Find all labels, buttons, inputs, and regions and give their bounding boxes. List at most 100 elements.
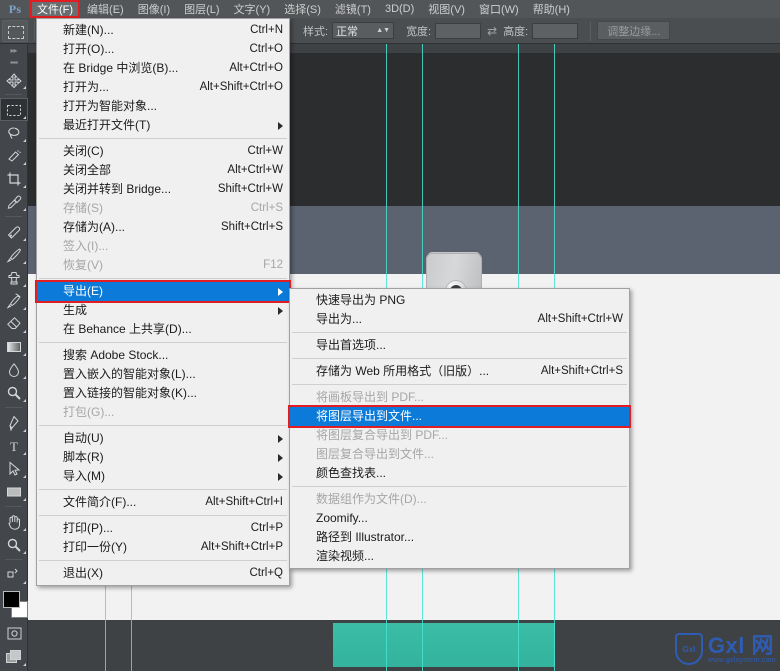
gradient-tool-icon[interactable]	[0, 335, 28, 358]
eyedropper-tool-icon[interactable]	[0, 190, 28, 213]
menu-item[interactable]: 导入(M)	[37, 467, 289, 486]
tool-group-corner-icon	[23, 353, 26, 356]
menubar-item-5[interactable]: 选择(S)	[277, 0, 328, 18]
move-tool-icon[interactable]	[0, 68, 28, 91]
width-input[interactable]	[435, 22, 482, 39]
lasso-tool-icon[interactable]	[0, 121, 28, 144]
menu-item-label: 颜色查找表...	[316, 466, 387, 480]
tool-group-corner-icon	[23, 551, 26, 554]
dodge-tool-icon[interactable]	[0, 381, 28, 404]
tool-group-corner-icon	[23, 139, 26, 142]
menubar-item-2[interactable]: 图像(I)	[131, 0, 177, 18]
menu-item[interactable]: 快速导出为 PNG	[290, 291, 629, 310]
menu-item[interactable]: 存储为(A)... Shift+Ctrl+S	[37, 218, 289, 237]
history-brush-tool-icon[interactable]	[0, 289, 28, 312]
menu-item[interactable]: 退出(X) Ctrl+Q	[37, 564, 289, 583]
menu-separator	[39, 560, 287, 561]
edit-toolbar-tool-icon[interactable]	[0, 563, 28, 586]
healing-brush-tool-icon[interactable]	[0, 220, 28, 243]
menu-item[interactable]: 渲染视频...	[290, 547, 629, 566]
menu-item[interactable]: 关闭并转到 Bridge... Shift+Ctrl+W	[37, 180, 289, 199]
menubar-item-10[interactable]: 帮助(H)	[526, 0, 577, 18]
quick-selection-tool-icon[interactable]	[0, 144, 28, 167]
menu-item[interactable]: 置入嵌入的智能对象(L)...	[37, 365, 289, 384]
menu-item[interactable]: 搜索 Adobe Stock...	[37, 346, 289, 365]
zoom-tool-icon[interactable]	[0, 533, 28, 556]
menu-item-label: 签入(I)...	[63, 239, 109, 253]
screen-mode-icon[interactable]	[0, 645, 28, 668]
menu-item-shortcut: F12	[263, 259, 283, 271]
menu-item: 存储(S) Ctrl+S	[37, 199, 289, 218]
export-submenu-dropdown[interactable]: 快速导出为 PNG 导出为... Alt+Shift+Ctrl+W 导出首选项... 存…	[289, 288, 630, 569]
submenu-arrow-icon	[278, 453, 283, 462]
menubar-item-3[interactable]: 图层(L)	[177, 0, 226, 18]
menu-item[interactable]: 打印(P)... Ctrl+P	[37, 519, 289, 538]
menu-item[interactable]: 导出为... Alt+Shift+Ctrl+W	[290, 310, 629, 329]
submenu-arrow-icon	[278, 287, 283, 296]
menubar-item-4[interactable]: 文字(Y)	[227, 0, 278, 18]
menu-item: 将画板导出到 PDF...	[290, 388, 629, 407]
menubar-item-label: 图层(L)	[184, 3, 220, 16]
file-menu-dropdown[interactable]: 新建(N)... Ctrl+N 打开(O)... Ctrl+O 在 Bridge 中浏览…	[36, 18, 290, 586]
menu-item[interactable]: 将图层导出到文件...	[290, 407, 629, 426]
rectangular-marquee-tool-icon[interactable]	[0, 98, 28, 121]
color-chips[interactable]	[0, 588, 28, 622]
menu-item[interactable]: 新建(N)... Ctrl+N	[37, 21, 289, 40]
menubar-item-7[interactable]: 3D(D)	[378, 0, 421, 18]
tool-group-corner-icon	[23, 116, 26, 119]
blur-tool-icon[interactable]	[0, 358, 28, 381]
menu-item[interactable]: 关闭(C) Ctrl+W	[37, 142, 289, 161]
menubar-item-0[interactable]: 文件(F)	[30, 0, 81, 18]
type-tool-icon[interactable]: T	[0, 434, 28, 457]
menu-item[interactable]: 关闭全部 Alt+Ctrl+W	[37, 161, 289, 180]
hand-tool-icon[interactable]	[0, 510, 28, 533]
menubar-item-8[interactable]: 视图(V)	[421, 0, 472, 18]
crop-tool-icon[interactable]	[0, 167, 28, 190]
menu-item[interactable]: 置入链接的智能对象(K)...	[37, 384, 289, 403]
rectangle-shape-tool-icon[interactable]	[0, 480, 28, 503]
menu-item[interactable]: 打开为智能对象...	[37, 97, 289, 116]
current-tool-preset-icon[interactable]	[2, 19, 28, 42]
quick-mask-mode-icon[interactable]	[0, 622, 28, 645]
menu-separator	[39, 489, 287, 490]
toolbar-collapse-handle[interactable]: ▸▸	[0, 44, 27, 56]
menu-item[interactable]: 在 Bridge 中浏览(B)... Alt+Ctrl+O	[37, 59, 289, 78]
menubar-item-label: 帮助(H)	[532, 3, 570, 16]
brush-tool-icon[interactable]	[0, 243, 28, 266]
pen-tool-icon[interactable]	[0, 411, 28, 434]
menu-item[interactable]: 打印一份(Y) Alt+Shift+Ctrl+P	[37, 538, 289, 557]
menu-item[interactable]: 导出首选项...	[290, 336, 629, 355]
submenu-arrow-icon	[278, 121, 283, 130]
height-input[interactable]	[532, 22, 579, 39]
menu-item[interactable]: 打开为... Alt+Shift+Ctrl+O	[37, 78, 289, 97]
path-selection-tool-icon[interactable]	[0, 457, 28, 480]
menu-bar[interactable]: Ps 文件(F) 编辑(E) 图像(I) 图层(L) 文字(Y) 选择(S) 滤镜(T) 3D…	[0, 0, 780, 18]
menu-item[interactable]: 自动(U)	[37, 429, 289, 448]
tools-panel[interactable]: ▸▸ ▪▪▪▪ T	[0, 44, 28, 671]
style-select[interactable]: 正常 ▲▼	[332, 22, 395, 39]
swap-arrows-icon[interactable]: ⇄	[487, 24, 497, 38]
menu-item: 将图层复合导出到 PDF...	[290, 426, 629, 445]
menubar-item-6[interactable]: 滤镜(T)	[328, 0, 378, 18]
menu-item-label: 生成	[63, 303, 88, 317]
refine-edge-button[interactable]: 调整边缘...	[597, 21, 671, 40]
menu-item[interactable]: 在 Behance 上共享(D)...	[37, 320, 289, 339]
teal-color-band	[333, 623, 555, 667]
menu-item[interactable]: 最近打开文件(T)	[37, 116, 289, 135]
foreground-color-chip[interactable]	[3, 591, 20, 608]
tool-group-corner-icon	[23, 429, 26, 432]
eraser-tool-icon[interactable]	[0, 312, 28, 335]
menu-separator	[292, 332, 627, 333]
menu-item[interactable]: 脚本(R)	[37, 448, 289, 467]
menu-item[interactable]: 打开(O)... Ctrl+O	[37, 40, 289, 59]
menu-item[interactable]: 存储为 Web 所用格式（旧版）... Alt+Shift+Ctrl+S	[290, 362, 629, 381]
menu-item[interactable]: 文件简介(F)... Alt+Shift+Ctrl+I	[37, 493, 289, 512]
menu-item[interactable]: Zoomify...	[290, 509, 629, 528]
clone-stamp-tool-icon[interactable]	[0, 266, 28, 289]
menu-item[interactable]: 颜色查找表...	[290, 464, 629, 483]
menu-item[interactable]: 路径到 Illustrator...	[290, 528, 629, 547]
menu-item[interactable]: 生成	[37, 301, 289, 320]
menu-item[interactable]: 导出(E)	[37, 282, 289, 301]
menubar-item-1[interactable]: 编辑(E)	[80, 0, 131, 18]
menubar-item-9[interactable]: 窗口(W)	[472, 0, 526, 18]
